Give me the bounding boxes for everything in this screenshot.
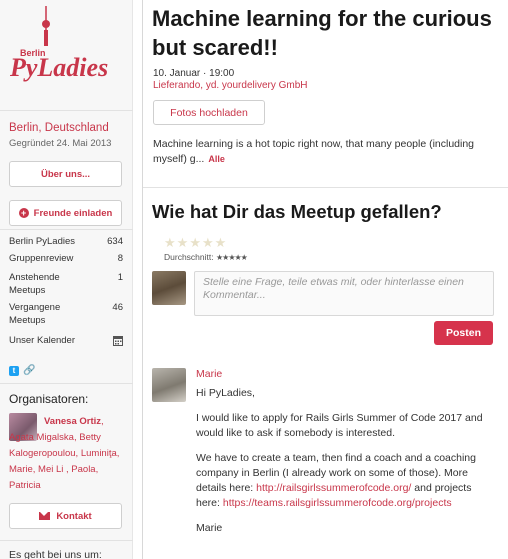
comment-paragraph: I would like to apply for Rails Girls Su…: [196, 412, 483, 439]
sidebar-separator: [0, 110, 133, 111]
rgsoc-projects-link[interactable]: https://teams.railsgirlssummerofcode.org…: [223, 497, 452, 509]
contact-button-label: Kontakt: [56, 510, 92, 522]
star-icon[interactable]: ★: [164, 236, 176, 249]
rating-average: Durchschnitt: ★★★★★: [164, 252, 248, 262]
sidebar-separator: [0, 540, 133, 541]
group-topics-heading: Es geht bei uns um:: [9, 549, 102, 559]
organizers-list[interactable]: Vanesa Ortiz, Agata Migalska, Betty Kalo…: [9, 414, 125, 494]
stat-label: Gruppenreview: [9, 253, 74, 264]
rating-title: Wie hat Dir das Meetup gefallen?: [152, 201, 442, 222]
section-separator: [143, 187, 508, 188]
average-label: Durchschnitt:: [164, 252, 214, 262]
envelope-icon: [39, 512, 51, 520]
group-location[interactable]: Berlin, Deutschland: [9, 122, 109, 134]
show-all-link[interactable]: Alle: [208, 154, 225, 164]
stat-value: 46: [112, 302, 123, 313]
comment-body: Hi PyLadies, I would like to apply for R…: [196, 386, 498, 546]
sidebar-separator: [0, 383, 133, 384]
logo-name: PyLadies: [9, 53, 108, 82]
star-icon[interactable]: ★: [189, 236, 201, 249]
comment-author-avatar[interactable]: [152, 368, 186, 402]
comment-signoff: Marie: [196, 522, 223, 534]
organizer-primary[interactable]: Vanesa Ortiz: [44, 416, 101, 427]
average-stars-icon: ★★★★★: [215, 253, 248, 262]
comment-placeholder: Stelle eine Frage, teile etwas mit, oder…: [203, 276, 464, 301]
star-icon[interactable]: ★: [177, 236, 189, 249]
stat-members[interactable]: Berlin PyLadies 634: [9, 236, 123, 253]
social-links: t 🔗: [9, 366, 35, 376]
event-description-text: Machine learning is a hot topic right no…: [153, 138, 475, 165]
calendar-icon: [113, 336, 123, 346]
stat-value: 1: [117, 272, 123, 283]
invite-friends-label: Freunde einladen: [33, 207, 113, 219]
star-icon[interactable]: ★: [215, 236, 227, 249]
plus-icon: +: [18, 208, 29, 218]
column-divider: [133, 0, 143, 559]
event-title: Machine learning for the curious but sca…: [152, 6, 492, 60]
invite-friends-button[interactable]: + Freunde einladen: [9, 200, 122, 226]
group-stats: Berlin PyLadies 634 Gruppenreview 8 Anst…: [9, 236, 123, 351]
stat-past-meetups[interactable]: Vergangene Meetups 46: [9, 302, 123, 335]
group-sidebar: Berlin PyLadies Berlin, Deutschland Gegr…: [0, 0, 133, 559]
twitter-icon[interactable]: t: [9, 366, 19, 376]
comment-input[interactable]: Stelle eine Frage, teile etwas mit, oder…: [194, 271, 494, 316]
pyladies-logo[interactable]: Berlin PyLadies: [8, 4, 128, 104]
organizers-rest[interactable]: , Agata Migalska, Betty Kalogeropoulou, …: [9, 416, 119, 491]
organizers-title: Organisatoren:: [9, 392, 89, 406]
about-button-label: Über uns...: [40, 168, 91, 180]
about-button[interactable]: Über uns...: [9, 161, 122, 187]
event-date: 10. Januar · 19:00: [153, 68, 235, 79]
stat-value: 634: [107, 236, 123, 247]
event-location[interactable]: Lieferando, yd. yourdelivery GmbH: [153, 80, 308, 91]
stat-label: Vergangene Meetups: [9, 302, 61, 326]
event-description: Machine learning is a hot topic right no…: [153, 137, 493, 167]
comment-author[interactable]: Marie: [196, 368, 222, 380]
sidebar-separator: [0, 229, 133, 230]
stat-label: Anstehende Meetups: [9, 272, 60, 296]
stat-upcoming-meetups[interactable]: Anstehende Meetups 1: [9, 272, 123, 302]
group-founded-date: Gegründet 24. Mai 2013: [9, 138, 112, 149]
post-comment-button[interactable]: Posten: [434, 321, 493, 345]
upload-photos-button[interactable]: Fotos hochladen: [153, 100, 265, 125]
comment-greeting: Hi PyLadies,: [196, 387, 255, 399]
link-icon[interactable]: 🔗: [23, 366, 35, 376]
rating-stars[interactable]: ★ ★ ★ ★ ★: [164, 236, 226, 249]
contact-button[interactable]: Kontakt: [9, 503, 122, 529]
stat-label: Unser Kalender: [9, 335, 76, 346]
stat-value: 8: [117, 253, 123, 264]
stat-calendar[interactable]: Unser Kalender: [9, 335, 123, 351]
comment-paragraph: We have to create a team, then find a co…: [196, 451, 498, 511]
stat-label: Berlin PyLadies: [9, 236, 76, 247]
current-user-avatar[interactable]: [152, 271, 186, 305]
stat-reviews[interactable]: Gruppenreview 8: [9, 253, 123, 272]
star-icon[interactable]: ★: [202, 236, 214, 249]
event-main: Machine learning for the curious but sca…: [143, 0, 508, 559]
rgsoc-link[interactable]: http://railsgirlssummerofcode.org/: [256, 482, 411, 494]
